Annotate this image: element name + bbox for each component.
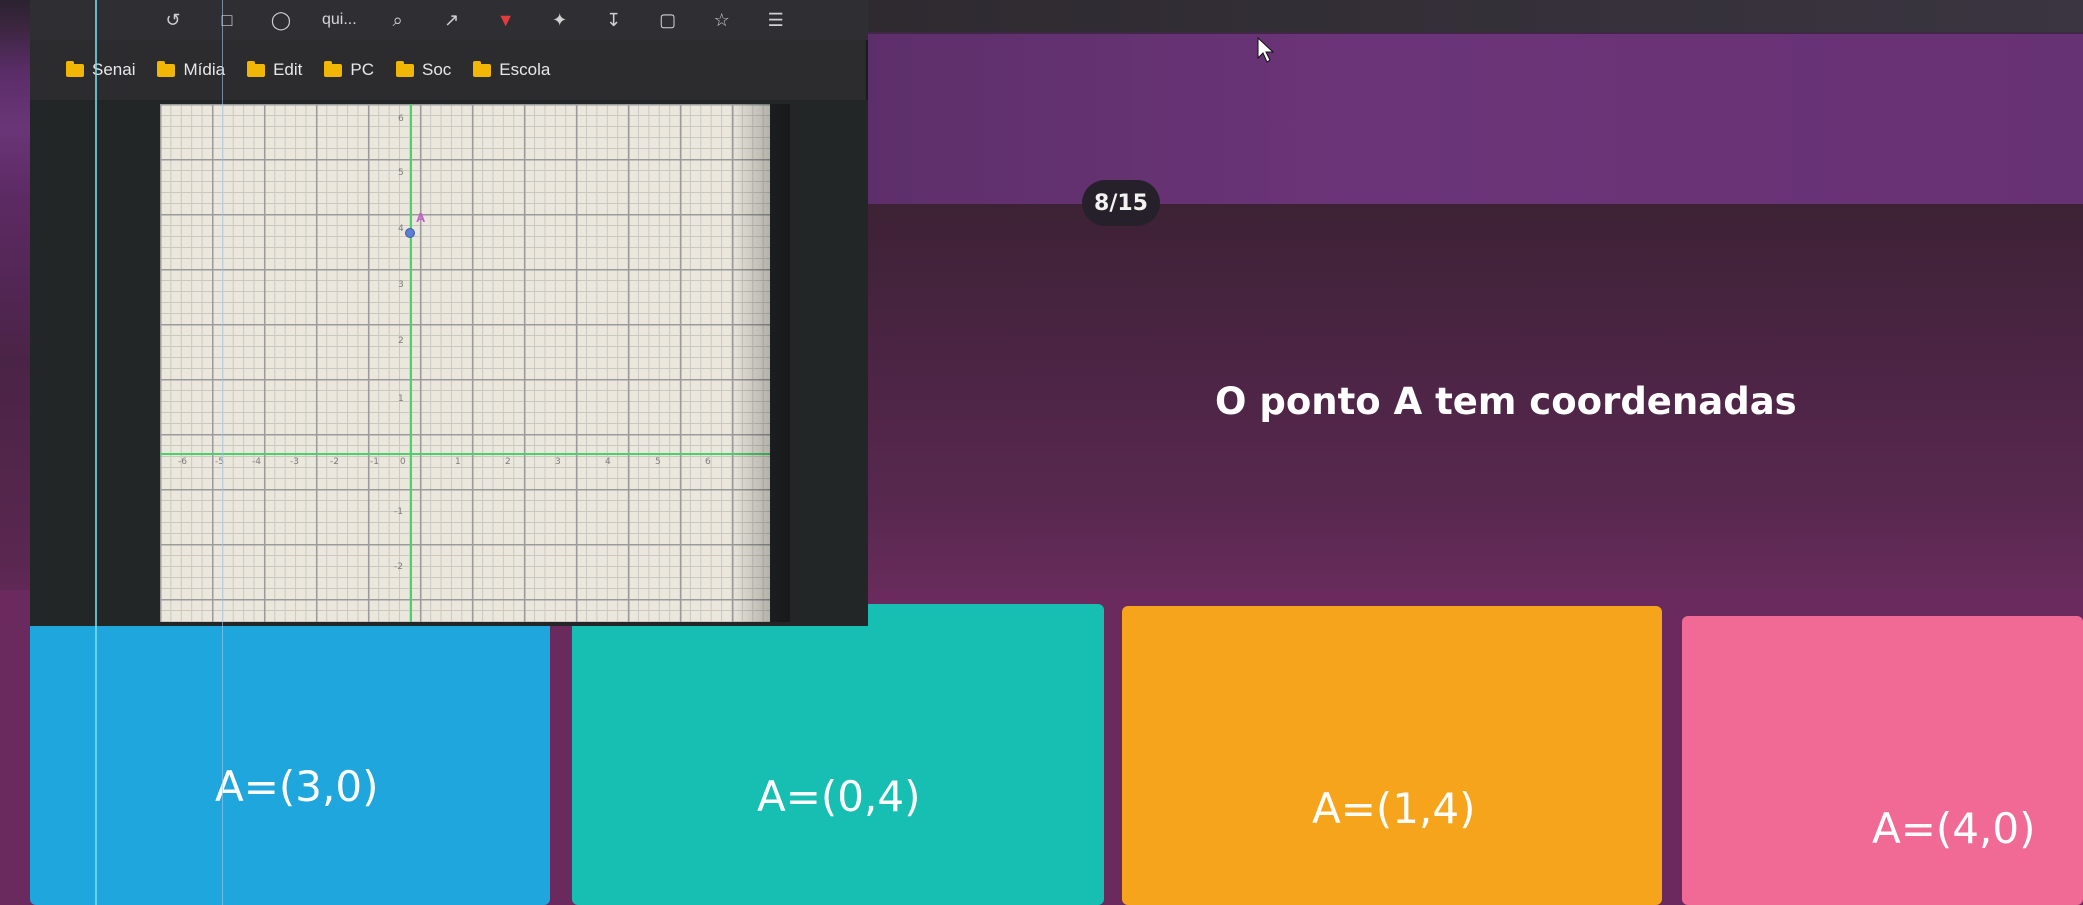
search-zoom-icon[interactable]: ⌕ [385,7,411,33]
bookmark-label: Soc [421,60,452,79]
address-bar[interactable]: qui... [322,11,357,29]
page-shadow [730,104,790,622]
top-dark-bar [860,0,2083,32]
brave-shield-icon[interactable]: ▼ [493,7,519,33]
y-tick-label: 4 [398,224,404,234]
page-icon[interactable]: □ [214,7,240,33]
coordinate-graph: -6 -5 -4 -3 -2 -1 0 1 2 3 4 5 6 6 5 4 3 … [160,104,770,622]
answer-label: A=(3,0) [215,762,379,811]
y-tick-label: 3 [398,280,404,290]
y-tick-label: -2 [394,562,403,572]
y-tick-label: 6 [398,114,404,124]
download-icon[interactable]: ↧ [601,7,627,33]
sidebar-icon[interactable]: ▢ [655,7,681,33]
answer-label: A=(1,4) [1312,784,1476,833]
y-tick-label: 5 [398,168,404,178]
bookmark-senai[interactable]: Senai [66,60,135,80]
bookmark-label: PC [350,60,374,79]
x-tick-label: 6 [705,457,711,467]
answer-label: A=(4,0) [1872,804,2036,853]
vertical-guide-line [95,0,97,905]
bookmark-label: Mídia [183,60,226,79]
reader-icon[interactable]: ◯ [268,7,294,33]
x-tick-label: -6 [178,457,187,467]
answer-option-1[interactable]: A=(3,0) [30,612,550,905]
quiz-header [865,34,2083,204]
x-tick-label: 4 [605,457,611,467]
x-tick-label: -4 [252,457,261,467]
x-tick-label: 0 [400,457,406,467]
bookmark-edit[interactable]: Edit [247,60,302,80]
bookmark-midia[interactable]: Mídia [157,60,225,80]
share-icon[interactable]: ↗ [439,7,465,33]
answer-option-3[interactable]: A=(1,4) [1122,606,1662,905]
bookmarks-bar: Senai Mídia Edit PC Soc Escola [30,52,868,88]
bookmark-label: Senai [92,60,136,79]
folder-icon [395,60,414,77]
folder-icon [247,60,266,77]
mouse-cursor-icon [1257,36,1275,63]
folder-icon [324,60,343,77]
question-counter: 8/15 [1082,180,1160,226]
back-arrow-icon[interactable]: ↺ [160,7,186,33]
x-axis [160,453,770,455]
x-tick-label: -2 [330,457,339,467]
folder-icon [157,60,176,77]
bookmark-pc[interactable]: PC [324,60,374,80]
folder-icon [473,60,492,77]
extensions-icon[interactable]: ✦ [547,7,573,33]
y-tick-label: 1 [398,394,404,404]
browser-window: ↺ □ ◯ qui... ⌕ ↗ ▼ ✦ ↧ ▢ ☆ ☰ Senai Mídia… [30,0,868,626]
folder-icon [66,60,84,77]
question-text: O ponto A tem coordenadas [1215,380,1797,423]
browser-toolbar: ↺ □ ◯ qui... ⌕ ↗ ▼ ✦ ↧ ▢ ☆ ☰ [30,0,868,40]
answer-label: A=(0,4) [757,772,921,821]
bookmark-soc[interactable]: Soc [395,60,452,80]
x-tick-label: 1 [455,457,461,467]
x-tick-label: 3 [555,457,561,467]
x-tick-label: 2 [505,457,511,467]
bookmark-label: Edit [273,60,303,79]
y-axis [410,104,412,622]
y-tick-label: 2 [398,336,404,346]
x-tick-label: 5 [655,457,661,467]
bookmark-escola[interactable]: Escola [473,60,550,80]
favorites-icon[interactable]: ☆ [709,7,735,33]
point-a-marker [405,228,415,238]
browser-page-content: -6 -5 -4 -3 -2 -1 0 1 2 3 4 5 6 6 5 4 3 … [30,100,868,626]
answer-option-4[interactable]: A=(4,0) [1682,616,2083,905]
menu-icon[interactable]: ☰ [763,7,789,33]
x-tick-label: -1 [370,457,379,467]
point-a-label: A [416,210,426,225]
x-tick-label: -3 [290,457,299,467]
vertical-guide-line [222,0,223,905]
y-tick-label: -1 [394,507,403,517]
answer-option-2[interactable]: A=(0,4) [572,604,1104,905]
bookmark-label: Escola [499,60,551,79]
